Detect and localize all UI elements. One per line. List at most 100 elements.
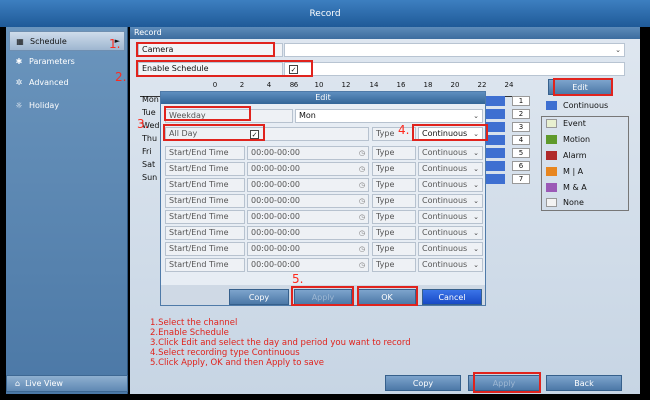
day-schedule-bar[interactable] [485,174,505,184]
day-label: Sat [142,160,156,169]
highlight-weekday [164,106,251,121]
day-label: Tue [142,108,156,117]
type-label: Type [372,226,416,240]
time-row: Start/End Time 00:00-00:00 ◷ Type Continu… [165,226,483,240]
type-value: Continuous [422,148,468,157]
gear-icon: ✱ [15,56,23,66]
highlight-camera [136,42,275,57]
day-label: Thu [142,134,158,143]
time-label: Start/End Time [165,242,245,256]
legend-label: Event [563,118,586,128]
chevron-down-icon: ⌄ [473,245,479,253]
legend-item-event: Event [546,117,586,129]
chevron-down-icon: ⌄ [473,181,479,189]
day-number: 2 [512,109,530,119]
time-row: Start/End Time 00:00-00:00 ◷ Type Continu… [165,178,483,192]
time-label: Start/End Time [165,258,245,272]
clock-icon: ◷ [358,261,365,269]
time-input[interactable]: 00:00-00:00 ◷ [247,226,369,240]
back-button[interactable]: Back [546,375,622,391]
day-schedule-bar[interactable] [485,109,505,119]
tick-label: 2 [239,81,245,89]
copy-button[interactable]: Copy [385,375,461,391]
legend-swatch [546,182,557,192]
type-select[interactable]: Continuous ⌄ [418,178,483,192]
day-schedule-bar[interactable] [485,96,505,106]
sidebar-item-advanced[interactable]: ✲ Advanced [9,72,125,92]
instruction-line: 2.Enable Schedule [150,328,229,338]
step-number-2: 2. [115,70,127,84]
time-label: Start/End Time [165,210,245,224]
legend-item-none: None [546,196,584,208]
day-schedule-bar[interactable] [485,122,505,132]
type-select[interactable]: Continuous ⌄ [418,226,483,240]
day-schedule-bar[interactable] [485,161,505,171]
sidebar-item-holiday[interactable]: ☼ Holiday [9,95,125,115]
type-value: Continuous [422,196,468,205]
clock-icon: ◷ [358,165,365,173]
type-select[interactable]: Continuous ⌄ [418,146,483,160]
time-input[interactable]: 00:00-00:00 ◷ [247,146,369,160]
dialog-cancel-button[interactable]: Cancel [422,289,482,305]
step-number-4: 4. [398,123,410,137]
sidebar-item-schedule[interactable]: ▦ Schedule ► [9,31,125,51]
legend-swatch [546,150,557,160]
clock-icon: ◷ [358,213,365,221]
tick-label: 24 [504,81,514,89]
day-schedule-bar[interactable] [485,148,505,158]
sidebar-item-parameters[interactable]: ✱ Parameters [9,51,125,71]
camera-select[interactable]: ⌄ [284,43,625,57]
time-row: Start/End Time 00:00-00:00 ◷ Type Continu… [165,194,483,208]
time-input[interactable]: 00:00-00:00 ◷ [247,210,369,224]
day-label: Mon [142,95,159,104]
live-view-label: Live View [25,379,63,388]
type-label: Type [372,210,416,224]
legend-item-m-or-a: M | A [546,165,583,177]
time-value: 00:00-00:00 [251,244,300,253]
day-schedule-bar[interactable] [485,135,505,145]
type-label: Type [372,146,416,160]
sidebar-item-label: Schedule [30,36,67,46]
highlight-all-day [163,124,265,141]
day-number: 5 [512,148,530,158]
time-input[interactable]: 00:00-00:00 ◷ [247,178,369,192]
type-select[interactable]: Continuous ⌄ [418,258,483,272]
weekday-select[interactable]: Mon ⌄ [295,109,483,123]
time-label: Start/End Time [165,146,245,160]
sidebar-item-label: Holiday [29,100,60,110]
instruction-line: 1.Select the channel [150,318,238,328]
time-input[interactable]: 00:00-00:00 ◷ [247,258,369,272]
type-select[interactable]: Continuous ⌄ [418,162,483,176]
legend-swatch [546,166,557,176]
highlight-apply [473,372,541,393]
type-value: Continuous [422,228,468,237]
chevron-down-icon: ⌄ [473,261,479,269]
day-number: 3 [512,122,530,132]
type-select[interactable]: Continuous ⌄ [418,210,483,224]
tick-label: 10 [314,81,324,89]
time-value: 00:00-00:00 [251,212,300,221]
time-input[interactable]: 00:00-00:00 ◷ [247,242,369,256]
highlight-enable-schedule [136,60,313,77]
enable-schedule-field: ✓ [284,62,625,76]
time-value: 00:00-00:00 [251,228,300,237]
type-select[interactable]: Continuous ⌄ [418,194,483,208]
highlight-dialog-ok [357,286,418,306]
day-label: Sun [142,173,158,182]
time-label: Start/End Time [165,194,245,208]
dialog-copy-button[interactable]: Copy [229,289,289,305]
time-value: 00:00-00:00 [251,164,300,173]
type-label: Type [372,258,416,272]
type-select[interactable]: Continuous ⌄ [418,242,483,256]
legend-item-m-and-a: M & A [546,181,587,193]
time-input[interactable]: 00:00-00:00 ◷ [247,194,369,208]
highlight-edit-button [553,78,613,96]
tick-label: 14 [369,81,379,89]
legend-item-continuous: Continuous [546,99,608,111]
legend-label: Continuous [563,100,609,110]
time-input[interactable]: 00:00-00:00 ◷ [247,162,369,176]
tick-label: 6 [293,81,299,89]
live-view-button[interactable]: ⌂ Live View [6,375,128,392]
legend-swatch [546,118,557,128]
tick-label: 20 [450,81,460,89]
